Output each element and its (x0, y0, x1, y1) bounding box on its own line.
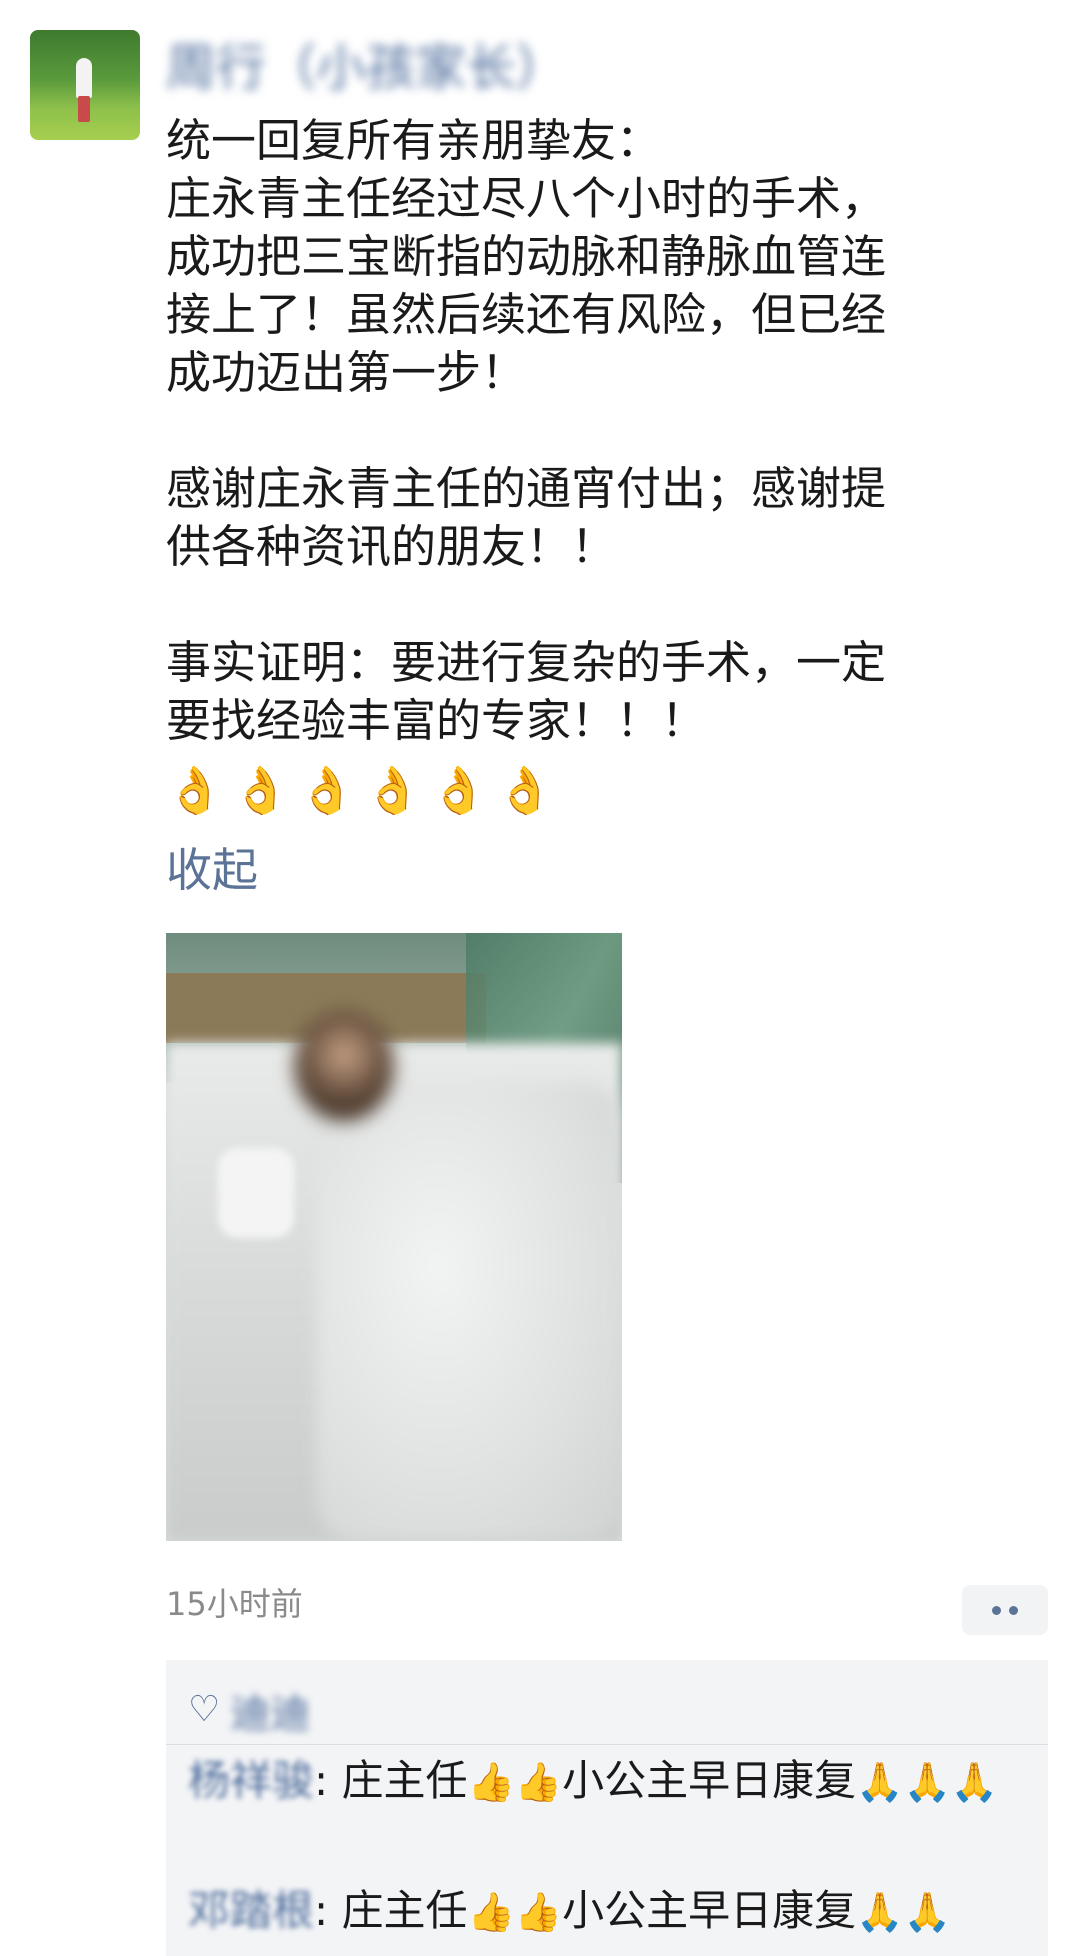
collapse-text-link[interactable]: 收起 (166, 840, 258, 900)
ok-hand-emoji-icon: 👌 (232, 763, 290, 817)
ok-hand-emoji-icon: 👌 (364, 763, 422, 817)
photo-bandaged-hand (218, 1148, 294, 1238)
comment-text: 庄主任 (328, 1886, 468, 1935)
avatar-person-legs (78, 96, 90, 122)
liker-name[interactable]: 迪迪 (230, 1681, 310, 1739)
more-dot-icon (992, 1605, 1001, 1615)
photo-blanket (316, 1083, 622, 1541)
likes-row: ♡ 迪迪 (188, 1682, 310, 1738)
comment-item[interactable]: 杨祥骏: 庄主任👍👍小公主早日康复🙏🙏🙏 (188, 1752, 1038, 1811)
ok-hand-emoji-icon: 👌 (496, 763, 554, 817)
avatar-person-figure (76, 58, 92, 98)
likes-comments-panel: ♡ 迪迪 杨祥骏: 庄主任👍👍小公主早日康复🙏🙏🙏 邓踏根: 庄主任👍👍小公主早… (166, 1660, 1048, 1956)
photo-blurred-face (294, 1011, 394, 1121)
thumbs-up-emoji-icon: 👍👍 (467, 1890, 563, 1934)
comment-author[interactable]: 杨祥骏 (188, 1756, 314, 1805)
post-photo[interactable] (166, 933, 622, 1541)
comment-separator: : (314, 1756, 329, 1805)
user-avatar[interactable] (30, 30, 140, 140)
praying-hands-emoji-icon: 🙏🙏 (856, 1890, 951, 1934)
comment-text: 小公主早日康复 (562, 1886, 857, 1935)
comment-text: 庄主任 (328, 1756, 468, 1805)
more-dot-icon (1009, 1605, 1018, 1615)
panel-divider (166, 1744, 1048, 1745)
ok-hand-emoji-icon: 👌 (430, 763, 488, 817)
comment-author[interactable]: 邓踏根 (188, 1886, 314, 1935)
thumbs-up-emoji-icon: 👍👍 (467, 1760, 563, 1804)
praying-hands-emoji-icon: 🙏🙏🙏 (856, 1760, 999, 1804)
heart-icon: ♡ (188, 1689, 221, 1730)
more-actions-button[interactable] (962, 1585, 1048, 1635)
post-timestamp: 15小时前 (166, 1585, 303, 1623)
post-username[interactable]: 周行（小孩家长） (166, 38, 566, 98)
comment-separator: : (314, 1886, 329, 1935)
comment-text: 小公主早日康复 (562, 1756, 857, 1805)
ok-hand-emoji-icon: 👌 (166, 763, 224, 817)
ok-hand-emoji-icon: 👌 (298, 763, 356, 817)
post-emoji-row: 👌 👌 👌 👌 👌 👌 (166, 762, 554, 824)
post-text: 统一回复所有亲朋挚友： 庄永青主任经过尽八个小时的手术， 成功把三宝断指的动脉和… (166, 114, 887, 747)
moments-post: 周行（小孩家长） 统一回复所有亲朋挚友： 庄永青主任经过尽八个小时的手术， 成功… (0, 0, 1080, 1956)
comment-item[interactable]: 邓踏根: 庄主任👍👍小公主早日康复🙏🙏 (188, 1882, 1038, 1941)
